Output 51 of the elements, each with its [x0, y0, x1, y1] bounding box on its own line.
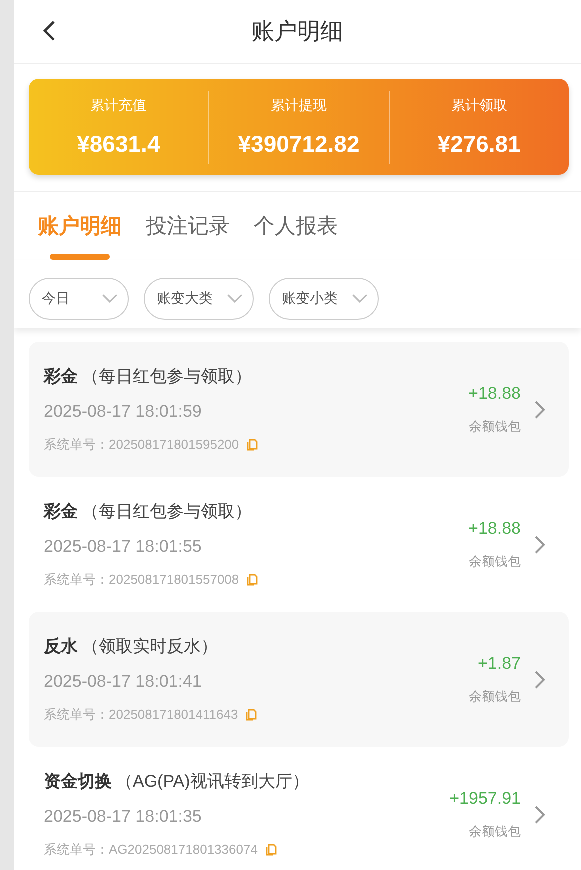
stat-label: 累计充值: [90, 96, 147, 114]
stat-value: ¥390712.82: [238, 130, 360, 158]
copy-icon[interactable]: [247, 574, 258, 586]
filter-dropdown[interactable]: 账变小类: [269, 278, 379, 320]
stat-value: ¥276.81: [438, 130, 521, 158]
stat-label: 累计领取: [451, 96, 508, 114]
wallet-name: 余额钱包: [469, 688, 521, 706]
record-time: 2025-08-17 18:01:35: [44, 807, 203, 827]
record-note: （每日红包参与领取）: [82, 366, 252, 388]
chevron-right-icon: [535, 806, 545, 824]
record-amount: +1.87: [478, 654, 521, 674]
order-number: 系统单号：202508171801595200: [44, 436, 240, 454]
page-title: 账户明细: [252, 17, 344, 46]
record-amount: +18.88: [468, 384, 521, 404]
order-number: 系统单号：202508171801557008: [44, 571, 240, 589]
stat-label: 累计提现: [270, 96, 327, 114]
record-time: 2025-08-17 18:01:55: [44, 537, 203, 557]
wallet-name: 余额钱包: [469, 822, 521, 840]
tab[interactable]: 个人报表: [254, 212, 338, 240]
record-type: 反水: [44, 636, 78, 658]
record-note: （AG(PA)视讯转到大厅）: [116, 771, 310, 793]
chevron-right-icon: [535, 536, 545, 554]
chevron-right-icon: [535, 400, 545, 418]
record-type: 彩金: [44, 501, 78, 523]
copy-icon[interactable]: [247, 439, 258, 451]
chevron-down-icon: [227, 294, 243, 304]
record-time: 2025-08-17 18:01:41: [44, 672, 203, 692]
record-type: 资金切换: [44, 771, 112, 793]
record-type: 彩金: [44, 366, 78, 388]
order-number: 系统单号：AG202508171801336074: [44, 841, 258, 859]
stat-value: ¥8631.4: [77, 130, 160, 158]
record-time: 2025-08-17 18:01:59: [44, 402, 203, 422]
order-number: 系统单号：202508171801411643: [44, 706, 238, 724]
record-note: （领取实时反水）: [82, 636, 218, 658]
record-note: （每日红包参与领取）: [82, 501, 252, 523]
record-row[interactable]: 彩金 （每日红包参与领取） 2025-08-17 18:01:59 系统单号：202508171801595200 +18.88 余额钱包: [29, 342, 569, 477]
wallet-name: 余额钱包: [469, 418, 521, 436]
tab-underline: [50, 254, 110, 260]
wallet-name: 余额钱包: [469, 552, 521, 570]
filter-dropdown[interactable]: 今日: [29, 278, 129, 320]
record-row[interactable]: 反水 （领取实时反水） 2025-08-17 18:01:41 系统单号：202508171801411643 +1.87 余额钱包: [29, 612, 569, 747]
back-icon[interactable]: [42, 20, 56, 42]
chevron-right-icon: [535, 670, 545, 688]
chevron-down-icon: [352, 294, 368, 304]
record-amount: +1957.91: [450, 788, 521, 808]
chevron-down-icon: [102, 294, 118, 304]
filter-dropdown[interactable]: 账变大类: [144, 278, 254, 320]
tab[interactable]: 投注记录: [146, 212, 230, 240]
copy-icon[interactable]: [266, 844, 277, 856]
copy-icon[interactable]: [246, 709, 258, 721]
record-amount: +18.88: [468, 518, 521, 538]
